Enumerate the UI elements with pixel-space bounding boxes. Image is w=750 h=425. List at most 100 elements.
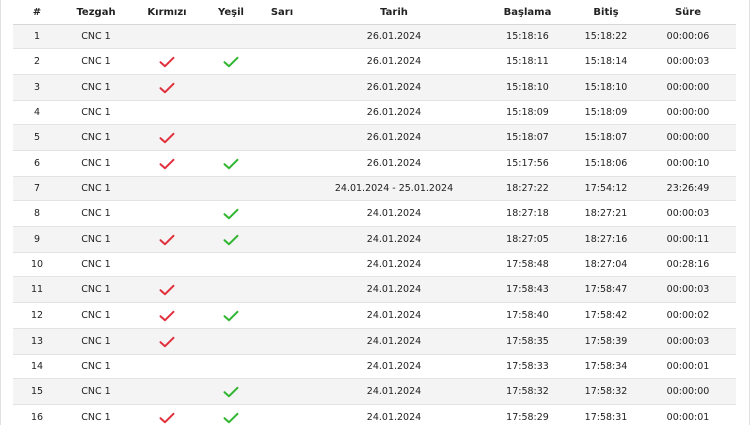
- table-row[interactable]: 3 CNC 1 26.01.2024 15:18:10 15:18:10 00:00:00: [13, 74, 736, 101]
- cell-sure: 00:00:06: [640, 24, 736, 49]
- cell-tezgah: CNC 1: [61, 100, 131, 125]
- cell-tezgah: CNC 1: [61, 276, 131, 303]
- col-header-tarih[interactable]: Tarih: [305, 0, 483, 25]
- cell-num: 6: [13, 150, 61, 177]
- table-row[interactable]: 4 CNC 1 26.01.2024 15:18:09 15:18:09 00:00:00: [13, 100, 736, 125]
- cell-sari: [259, 74, 305, 101]
- cell-yesil: [203, 200, 259, 227]
- col-header-kirmizi[interactable]: Kırmızı: [131, 0, 203, 25]
- cell-sure: 00:00:11: [640, 226, 736, 253]
- col-header-sari[interactable]: Sarı: [259, 0, 305, 25]
- left-border: [0, 0, 1, 425]
- cell-num: 12: [13, 302, 61, 329]
- cell-yesil: [203, 354, 259, 379]
- page: # Tezgah Kırmızı Yeşil Sarı Tarih Başlam…: [0, 0, 750, 425]
- cell-num: 14: [13, 354, 61, 379]
- table-row[interactable]: 7 CNC 1 24.01.2024 - 25.01.2024 18:27:22 17:…: [13, 176, 736, 201]
- cell-sari: [259, 404, 305, 425]
- cell-tarih: 26.01.2024: [305, 100, 483, 125]
- cell-sari: [259, 354, 305, 379]
- cell-kirmizi: [131, 150, 203, 177]
- cell-sure: 23:26:49: [640, 176, 736, 201]
- cell-tezgah: CNC 1: [61, 378, 131, 405]
- cell-bitis: 15:18:06: [572, 150, 640, 177]
- cell-kirmizi: [131, 200, 203, 227]
- col-header-bitis[interactable]: Bitiş: [572, 0, 640, 25]
- cell-tarih: 24.01.2024: [305, 200, 483, 227]
- cell-yesil: [203, 404, 259, 425]
- cell-kirmizi: [131, 74, 203, 101]
- green-check-icon: [203, 208, 259, 220]
- cell-sure: 00:00:03: [640, 48, 736, 75]
- cell-num: 11: [13, 276, 61, 303]
- cell-tarih: 24.01.2024: [305, 328, 483, 355]
- cell-tezgah: CNC 1: [61, 24, 131, 49]
- cell-bitis: 15:18:07: [572, 124, 640, 151]
- table-row[interactable]: 16 CNC 1 24.01.2024 17:58:29 17:58:31 00:00:0…: [13, 404, 736, 425]
- cell-sari: [259, 100, 305, 125]
- cell-baslama: 17:58:29: [483, 404, 572, 425]
- cell-bitis: 17:58:42: [572, 302, 640, 329]
- green-check-icon: [203, 310, 259, 322]
- cell-baslama: 18:27:05: [483, 226, 572, 253]
- cell-bitis: 15:18:09: [572, 100, 640, 125]
- cell-yesil: [203, 328, 259, 355]
- cell-tarih: 24.01.2024: [305, 378, 483, 405]
- cell-sure: 00:00:00: [640, 74, 736, 101]
- table-row[interactable]: 5 CNC 1 26.01.2024 15:18:07 15:18:07 00:00:00: [13, 124, 736, 151]
- cell-baslama: 17:58:43: [483, 276, 572, 303]
- table-row[interactable]: 10 CNC 1 24.01.2024 17:58:48 18:27:04 00:28:1…: [13, 252, 736, 277]
- table-row[interactable]: 12 CNC 1 24.01.2024 17:58:40 17:58:42 00:00:0…: [13, 302, 736, 329]
- cell-tarih: 24.01.2024: [305, 302, 483, 329]
- cell-tezgah: CNC 1: [61, 176, 131, 201]
- cell-baslama: 17:58:35: [483, 328, 572, 355]
- cell-tezgah: CNC 1: [61, 252, 131, 277]
- cell-kirmizi: [131, 276, 203, 303]
- cell-kirmizi: [131, 48, 203, 75]
- table-row[interactable]: 2 CNC 1 26.01.2024 15:18:11 15:18:14 00:00:03: [13, 48, 736, 75]
- cell-bitis: 18:27:04: [572, 252, 640, 277]
- cell-num: 16: [13, 404, 61, 425]
- cell-num: 8: [13, 200, 61, 227]
- table-row[interactable]: 8 CNC 1 24.01.2024 18:27:18 18:27:21 00:00:03: [13, 200, 736, 227]
- cell-num: 9: [13, 226, 61, 253]
- col-header-yesil[interactable]: Yeşil: [203, 0, 259, 25]
- cell-sure: 00:00:03: [640, 276, 736, 303]
- table-row[interactable]: 11 CNC 1 24.01.2024 17:58:43 17:58:47 00:00:0…: [13, 276, 736, 303]
- table-row[interactable]: 15 CNC 1 24.01.2024 17:58:32 17:58:32 00:00:0…: [13, 378, 736, 405]
- red-check-icon: [131, 132, 203, 144]
- cell-num: 13: [13, 328, 61, 355]
- cell-tarih: 24.01.2024: [305, 252, 483, 277]
- cell-yesil: [203, 276, 259, 303]
- cell-sari: [259, 378, 305, 405]
- cell-sure: 00:00:02: [640, 302, 736, 329]
- table-header: # Tezgah Kırmızı Yeşil Sarı Tarih Başlam…: [13, 0, 736, 25]
- cell-baslama: 18:27:22: [483, 176, 572, 201]
- green-check-icon: [203, 412, 259, 424]
- cell-sari: [259, 24, 305, 49]
- cell-baslama: 18:27:18: [483, 200, 572, 227]
- green-check-icon: [203, 234, 259, 246]
- cell-num: 15: [13, 378, 61, 405]
- cell-kirmizi: [131, 124, 203, 151]
- col-header-num[interactable]: #: [13, 0, 61, 25]
- table-row[interactable]: 14 CNC 1 24.01.2024 17:58:33 17:58:34 00:00:0…: [13, 354, 736, 379]
- col-header-tezgah[interactable]: Tezgah: [61, 0, 131, 25]
- red-check-icon: [131, 284, 203, 296]
- table-row[interactable]: 6 CNC 1 26.01.2024 15:17:56 15:18:06 00:00:10: [13, 150, 736, 177]
- cell-yesil: [203, 124, 259, 151]
- cell-tezgah: CNC 1: [61, 124, 131, 151]
- cell-baslama: 17:58:48: [483, 252, 572, 277]
- table-row[interactable]: 9 CNC 1 24.01.2024 18:27:05 18:27:16 00:00:11: [13, 226, 736, 253]
- col-header-sure[interactable]: Süre: [640, 0, 736, 25]
- cell-baslama: 15:18:10: [483, 74, 572, 101]
- table-row[interactable]: 1 CNC 1 26.01.2024 15:18:16 15:18:22 00:00:06: [13, 24, 736, 49]
- cell-sure: 00:00:00: [640, 100, 736, 125]
- green-check-icon: [203, 386, 259, 398]
- cell-baslama: 15:18:09: [483, 100, 572, 125]
- cell-kirmizi: [131, 252, 203, 277]
- col-header-baslama[interactable]: Başlama: [483, 0, 572, 25]
- table-row[interactable]: 13 CNC 1 24.01.2024 17:58:35 17:58:39 00:00:0…: [13, 328, 736, 355]
- cell-tarih: 26.01.2024: [305, 24, 483, 49]
- cell-kirmizi: [131, 100, 203, 125]
